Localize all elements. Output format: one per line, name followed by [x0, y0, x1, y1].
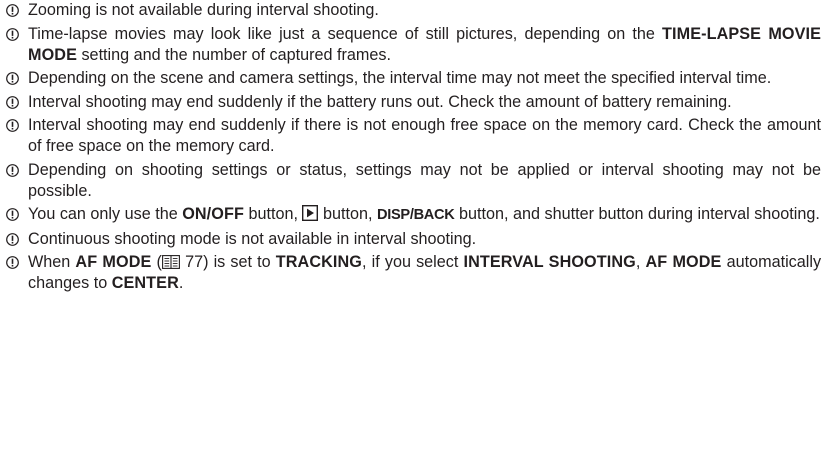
caution-note: When AF MODE ( 77) is set to TRACKING, i…	[0, 252, 825, 294]
caution-icon	[4, 229, 20, 250]
caution-note: Depending on the scene and camera settin…	[0, 68, 825, 89]
caution-note: Continuous shooting mode is not availabl…	[0, 229, 825, 250]
book-reference-icon	[161, 255, 180, 269]
menu-term: CENTER	[111, 274, 179, 292]
caution-icon	[4, 68, 20, 89]
note-text: setting and the number of captured frame…	[76, 45, 392, 64]
menu-term: AF MODE	[75, 253, 152, 271]
caution-note: Zooming is not available during interval…	[0, 0, 825, 21]
caution-note: Time-lapse movies may look like just a s…	[0, 24, 825, 66]
note-text: Depending on the scene and camera settin…	[28, 69, 772, 87]
note-text: button,	[318, 205, 377, 223]
caution-icon	[4, 92, 20, 113]
note-text: button, and shutter button during interv…	[454, 205, 820, 223]
note-text: , if you select	[362, 253, 464, 271]
playback-button-icon	[302, 205, 319, 221]
note-text: Continuous shooting mode is not availabl…	[28, 229, 477, 248]
caution-icon	[4, 160, 20, 181]
button-name: DISP/BACK	[376, 207, 455, 223]
note-text: .	[178, 274, 184, 292]
caution-icon	[4, 0, 20, 21]
caution-note: Depending on shooting settings or status…	[0, 160, 825, 202]
caution-note: Interval shooting may end suddenly if th…	[0, 92, 825, 113]
caution-icon	[4, 115, 20, 136]
note-text: button,	[243, 205, 303, 223]
menu-term: ON/OFF	[182, 205, 244, 223]
caution-note: You can only use the ON/OFF button, butt…	[0, 204, 825, 226]
caution-icon	[4, 252, 20, 273]
note-text: Zooming is not available during interval…	[28, 1, 379, 19]
note-text: When	[28, 253, 76, 271]
menu-term: AF MODE	[645, 253, 722, 271]
note-text: Interval shooting may end suddenly if th…	[28, 116, 821, 155]
note-text: Depending on shooting settings or status…	[28, 160, 821, 200]
note-text: 77) is set to	[179, 253, 276, 271]
caution-notes-list: Zooming is not available during interval…	[0, 0, 825, 297]
caution-icon	[4, 204, 20, 225]
note-text: You can only use the	[28, 205, 183, 223]
menu-term: TRACKING	[275, 253, 362, 271]
caution-note: Interval shooting may end suddenly if th…	[0, 115, 825, 157]
note-text: Interval shooting may end suddenly if th…	[28, 92, 732, 111]
note-text: (	[151, 253, 162, 271]
note-text: Time-lapse movies may look like just a s…	[28, 24, 663, 43]
menu-term: INTERVAL SHOOTING	[463, 253, 636, 271]
caution-icon	[4, 24, 20, 45]
